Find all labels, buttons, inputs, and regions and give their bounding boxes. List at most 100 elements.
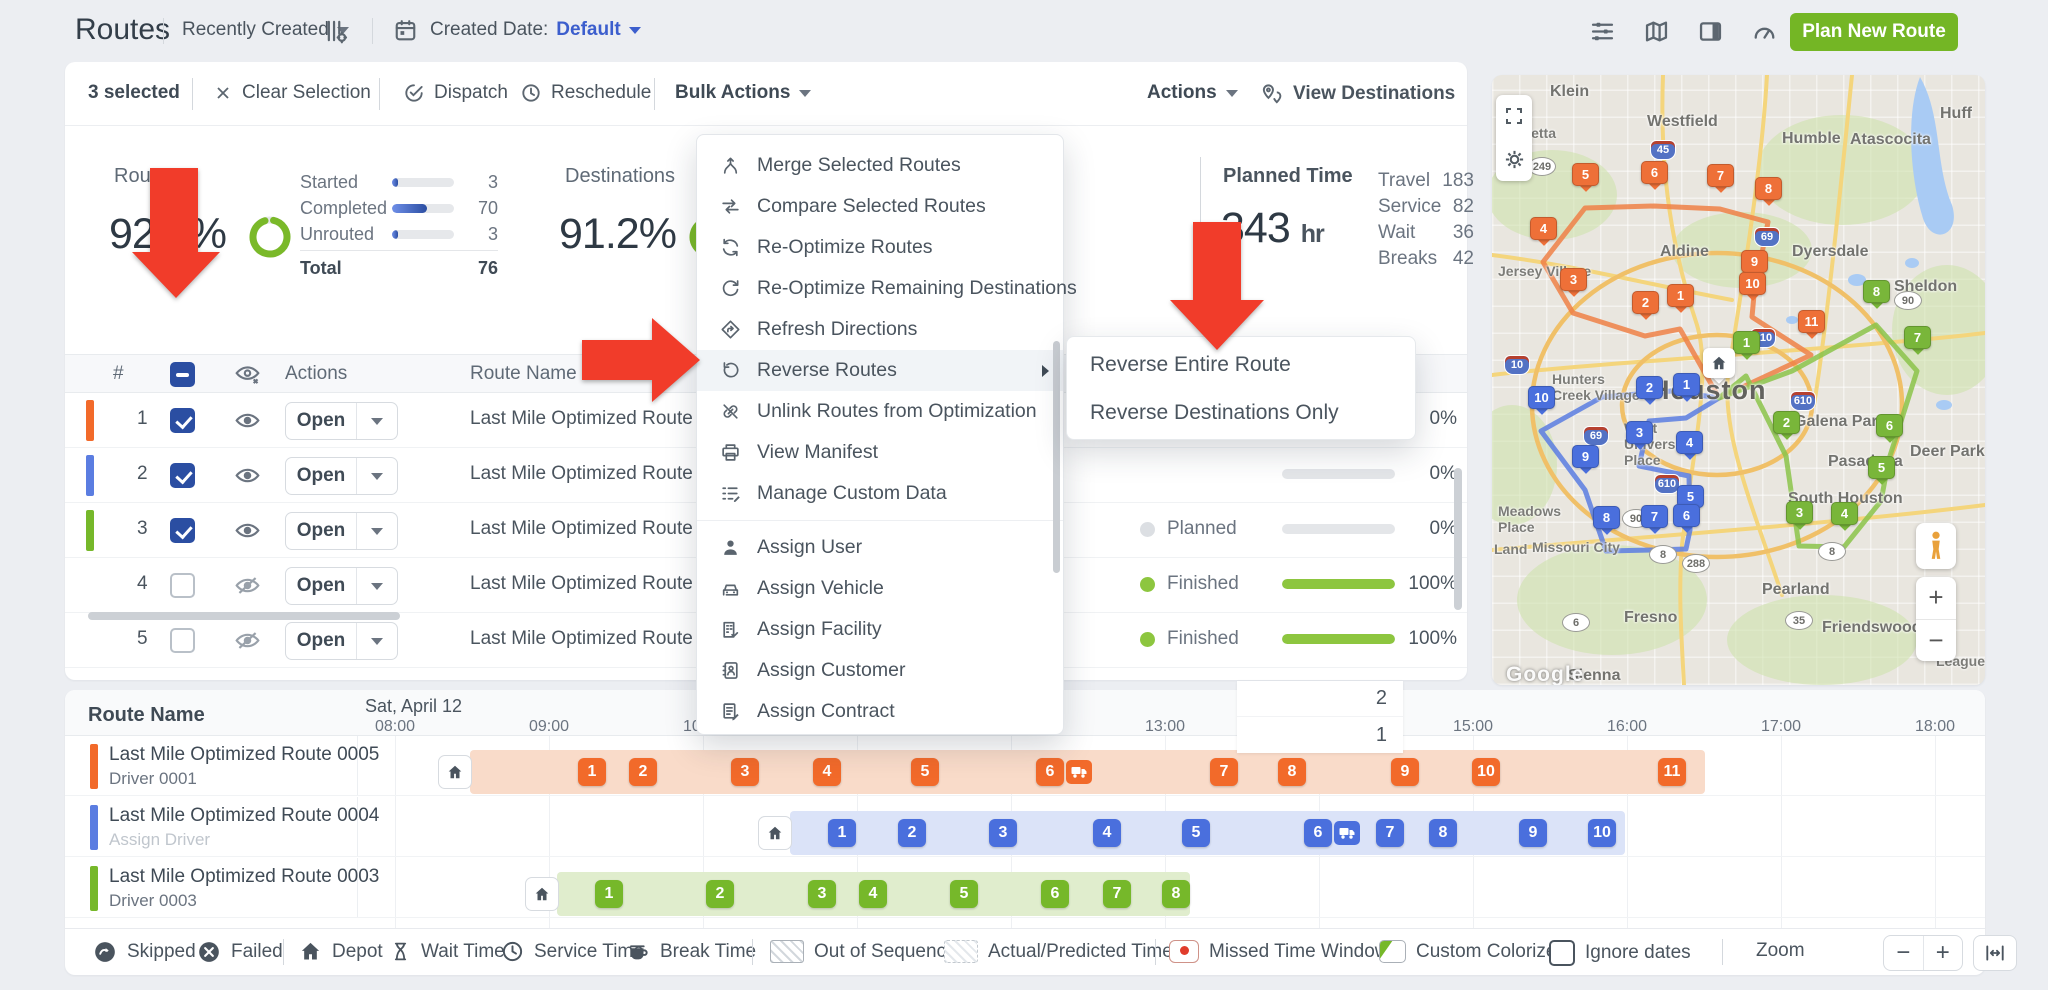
row-checkbox[interactable] — [170, 463, 195, 488]
map-stop-marker[interactable]: 8 — [1593, 506, 1620, 535]
timeline-stop[interactable]: 4 — [1093, 819, 1121, 847]
row-checkbox[interactable] — [170, 518, 195, 543]
menu-item-reverse-routes[interactable]: Reverse Routes — [697, 350, 1063, 391]
map-stop-marker[interactable]: 1 — [1733, 331, 1760, 360]
timeline-stop[interactable]: 1 — [595, 880, 623, 908]
route-name[interactable]: Last Mile Optimized Route 0 — [470, 628, 709, 650]
bulk-actions-dropdown[interactable]: Bulk Actions — [675, 82, 812, 104]
timeline-stop[interactable]: 8 — [1162, 880, 1190, 908]
clear-selection-button[interactable]: Clear Selection — [213, 82, 371, 104]
map-stop-marker[interactable]: 8 — [1755, 177, 1782, 206]
timeline-stop[interactable]: 6 — [1036, 758, 1064, 786]
eye-off-icon[interactable] — [234, 628, 262, 654]
route-name[interactable]: Last Mile Optimized Route 0 — [470, 463, 709, 485]
route-name[interactable]: Last Mile Optimized Route 0003 — [109, 866, 379, 888]
timeline-stop[interactable]: 2 — [629, 758, 657, 786]
vertical-scrollbar[interactable] — [1454, 468, 1462, 610]
map-stop-marker[interactable]: 7 — [1641, 505, 1668, 534]
map-stop-marker[interactable]: 1 — [1673, 373, 1700, 402]
map-stop-marker[interactable]: 11 — [1798, 310, 1825, 339]
route-name[interactable]: Last Mile Optimized Route 0 — [470, 573, 709, 595]
open-button[interactable]: Open — [285, 402, 398, 440]
map-stop-marker[interactable]: 1 — [1667, 284, 1694, 313]
menu-item-assign-contract[interactable]: Assign Contract — [697, 691, 1063, 732]
select-all-checkbox[interactable] — [170, 362, 195, 387]
open-button[interactable]: Open — [285, 457, 398, 495]
map-stop-marker[interactable]: 8 — [1863, 280, 1890, 309]
timeline-stop[interactable]: 7 — [1376, 819, 1404, 847]
fullscreen-icon[interactable] — [1504, 106, 1524, 126]
map-panel[interactable]: 1 2 3 4 5 6 7 8 9 10 11 1 2 3 4 5 6 7 8 9 10 1 2 3 4 5 6 7 8 Klein Wes… — [1492, 75, 1985, 685]
menu-item-re-optimize-routes[interactable]: Re-Optimize Routes — [697, 227, 1063, 268]
row-checkbox[interactable] — [170, 408, 195, 433]
map-stop-marker[interactable]: 2 — [1636, 376, 1663, 405]
timeline-stop[interactable]: 9 — [1391, 758, 1419, 786]
reschedule-button[interactable]: Reschedule — [520, 82, 651, 104]
menu-item-view-manifest[interactable]: View Manifest — [697, 432, 1063, 473]
timeline-stop[interactable]: 10 — [1588, 819, 1616, 847]
zoom-out-button[interactable]: − — [1916, 620, 1956, 662]
route-name[interactable]: Last Mile Optimized Route 0005 — [109, 744, 379, 766]
timeline-stop[interactable]: 7 — [1210, 758, 1238, 786]
gantt-row[interactable]: 1 2 3 4 5 6 7 8 9 10 11 Last Mile Optimized Route … — [65, 736, 1985, 796]
zoom-in-button[interactable]: + — [1916, 577, 1956, 620]
timeline-stop[interactable]: 3 — [808, 880, 836, 908]
ignore-dates-toggle[interactable]: Ignore dates — [1549, 940, 1691, 966]
dashboard-gauge-icon[interactable] — [1750, 17, 1778, 45]
menu-item-assign-vehicle[interactable]: Assign Vehicle — [697, 568, 1063, 609]
horizontal-scrollbar[interactable] — [88, 612, 400, 620]
map-depot-marker[interactable] — [1703, 348, 1735, 384]
ignore-dates-checkbox[interactable] — [1549, 940, 1575, 966]
gantt-row[interactable]: 1 2 3 4 5 6 7 8 9 10 Last Mile Optimized Route 00… — [65, 797, 1985, 857]
map-stop-marker[interactable]: 2 — [1632, 291, 1659, 320]
timeline-stop[interactable]: 9 — [1519, 819, 1547, 847]
map-stop-marker[interactable]: 5 — [1572, 163, 1599, 192]
zoom-out-button[interactable]: − — [1884, 936, 1924, 970]
menu-item-compare-selected-routes[interactable]: Compare Selected Routes — [697, 186, 1063, 227]
timeline-stop[interactable]: 1 — [578, 758, 606, 786]
route-name[interactable]: Last Mile Optimized Route 0004 — [109, 805, 379, 827]
timeline-stop[interactable]: 2 — [706, 880, 734, 908]
map-stop-marker[interactable]: 7 — [1904, 326, 1931, 355]
map-stop-marker[interactable]: 2 — [1773, 411, 1800, 440]
menu-scrollbar[interactable] — [1053, 341, 1060, 573]
sliders-icon[interactable] — [1588, 17, 1616, 45]
timeline-stop[interactable]: 5 — [911, 758, 939, 786]
eye-icon[interactable] — [234, 463, 262, 489]
map-stop-marker[interactable]: 4 — [1530, 217, 1557, 246]
timeline-stop[interactable]: 10 — [1472, 758, 1500, 786]
map-stop-marker[interactable]: 10 — [1528, 386, 1555, 415]
timeline-stop[interactable]: 1 — [828, 819, 856, 847]
eye-off-icon[interactable] — [234, 573, 262, 599]
pegman-icon[interactable] — [1916, 523, 1956, 569]
plan-new-route-button[interactable]: Plan New Route — [1790, 13, 1958, 51]
depot-icon[interactable] — [758, 816, 792, 850]
timeline-stop[interactable]: 3 — [731, 758, 759, 786]
timeline-stop[interactable]: 5 — [950, 880, 978, 908]
menu-item-unlink-routes-from-optimization[interactable]: Unlink Routes from Optimization — [697, 391, 1063, 432]
map-stop-marker[interactable]: 4 — [1676, 431, 1703, 460]
menu-item-assign-facility[interactable]: Assign Facility — [697, 609, 1063, 650]
map-stop-marker[interactable]: 4 — [1831, 502, 1858, 531]
map-stop-marker[interactable]: 6 — [1876, 414, 1903, 443]
assign-driver-link[interactable]: Assign Driver — [109, 830, 210, 850]
zoom-in-button[interactable]: + — [1924, 936, 1963, 970]
timeline-stop[interactable]: 4 — [813, 758, 841, 786]
timeline-stop[interactable]: 6 — [1304, 819, 1332, 847]
eye-icon[interactable] — [234, 408, 262, 434]
map-stop-marker[interactable]: 9 — [1741, 250, 1768, 279]
map-stop-marker[interactable]: 3 — [1626, 421, 1653, 450]
view-destinations-button[interactable]: View Destinations — [1260, 82, 1455, 106]
timeline-stop[interactable]: 2 — [898, 819, 926, 847]
depot-icon[interactable] — [525, 877, 559, 911]
map-stop-marker[interactable]: 3 — [1786, 501, 1813, 530]
open-button[interactable]: Open — [285, 512, 398, 550]
eye-off-all-icon[interactable] — [234, 362, 262, 388]
menu-item-assign-customer[interactable]: Assign Customer — [697, 650, 1063, 691]
map-stop-marker[interactable]: 9 — [1572, 445, 1599, 474]
row-checkbox[interactable] — [170, 573, 195, 598]
zoom-fit-button[interactable] — [1973, 935, 2017, 971]
menu-item-manage-custom-data[interactable]: Manage Custom Data — [697, 473, 1063, 514]
timeline-stop[interactable]: 4 — [859, 880, 887, 908]
map-stop-marker[interactable]: 5 — [1868, 456, 1895, 485]
